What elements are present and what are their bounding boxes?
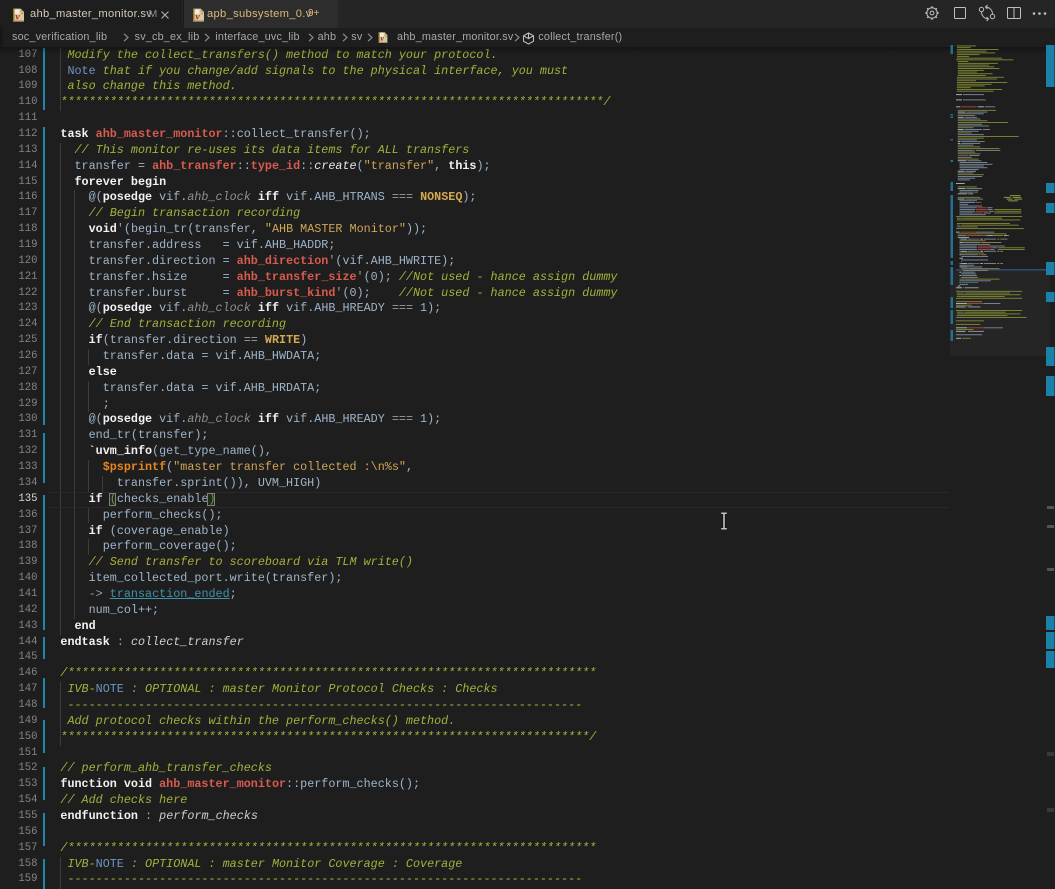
svg-text:v: v <box>380 34 384 43</box>
svg-text:v: v <box>195 12 200 23</box>
svg-text:v: v <box>15 12 20 23</box>
